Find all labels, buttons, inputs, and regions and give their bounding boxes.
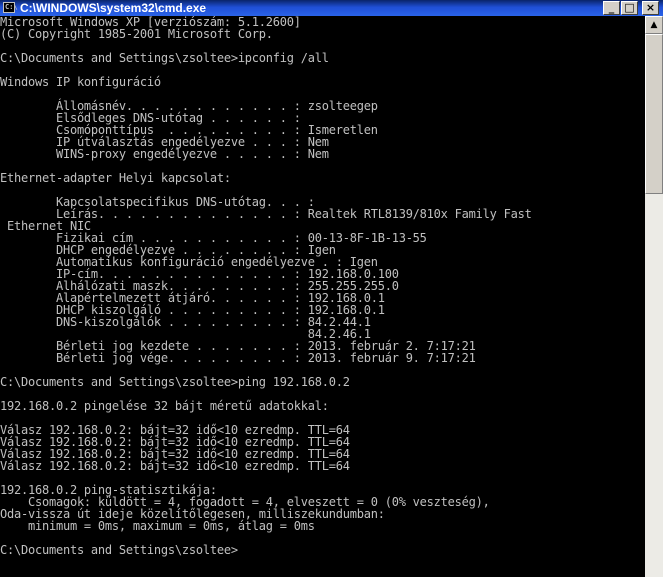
console-line: C:\Documents and Settings\zsoltee> (0, 543, 238, 557)
vertical-scrollbar[interactable]: ▲ (645, 16, 663, 577)
console-line: Bérleti jog vége. . . . . . . . . : 2013… (0, 351, 476, 365)
console-line: Leírás. . . . . . . . . . . . . . : Real… (0, 207, 532, 221)
maximize-button[interactable]: □ (621, 1, 638, 15)
console-line: 192.168.0.2 pingelése 32 bájt méretű ada… (0, 399, 329, 413)
cmd-window: C:\ C:\WINDOWS\system32\cmd.exe _ □ × Mi… (0, 0, 663, 577)
console-line: WINS-proxy engedélyezve . . . . . : Nem (0, 147, 329, 161)
console-line: C:\Documents and Settings\zsoltee>ping 1… (0, 375, 350, 389)
console-line: Windows IP konfiguráció (0, 75, 161, 89)
console-line: minimum = 0ms, maximum = 0ms, átlag = 0m… (0, 519, 315, 533)
console-line: C:\Documents and Settings\zsoltee>ipconf… (0, 51, 329, 65)
scroll-up-arrow-icon[interactable]: ▲ (645, 16, 663, 34)
cmd-icon[interactable]: C:\ (3, 2, 18, 13)
close-button[interactable]: × (642, 1, 659, 15)
console-line: Válasz 192.168.0.2: bájt=32 idő<10 ezred… (0, 459, 350, 473)
title-bar[interactable]: C:\ C:\WINDOWS\system32\cmd.exe _ □ × (0, 0, 663, 16)
console-line: Ethernet-adapter Helyi kapcsolat: (0, 171, 231, 185)
scrollbar-thumb[interactable] (645, 34, 663, 194)
window-title: C:\WINDOWS\system32\cmd.exe (20, 1, 207, 15)
minimize-button[interactable]: _ (603, 1, 620, 15)
console-line: (C) Copyright 1985-2001 Microsoft Corp. (0, 27, 273, 41)
console-output[interactable]: Microsoft Windows XP [verziószám: 5.1.26… (0, 16, 640, 577)
